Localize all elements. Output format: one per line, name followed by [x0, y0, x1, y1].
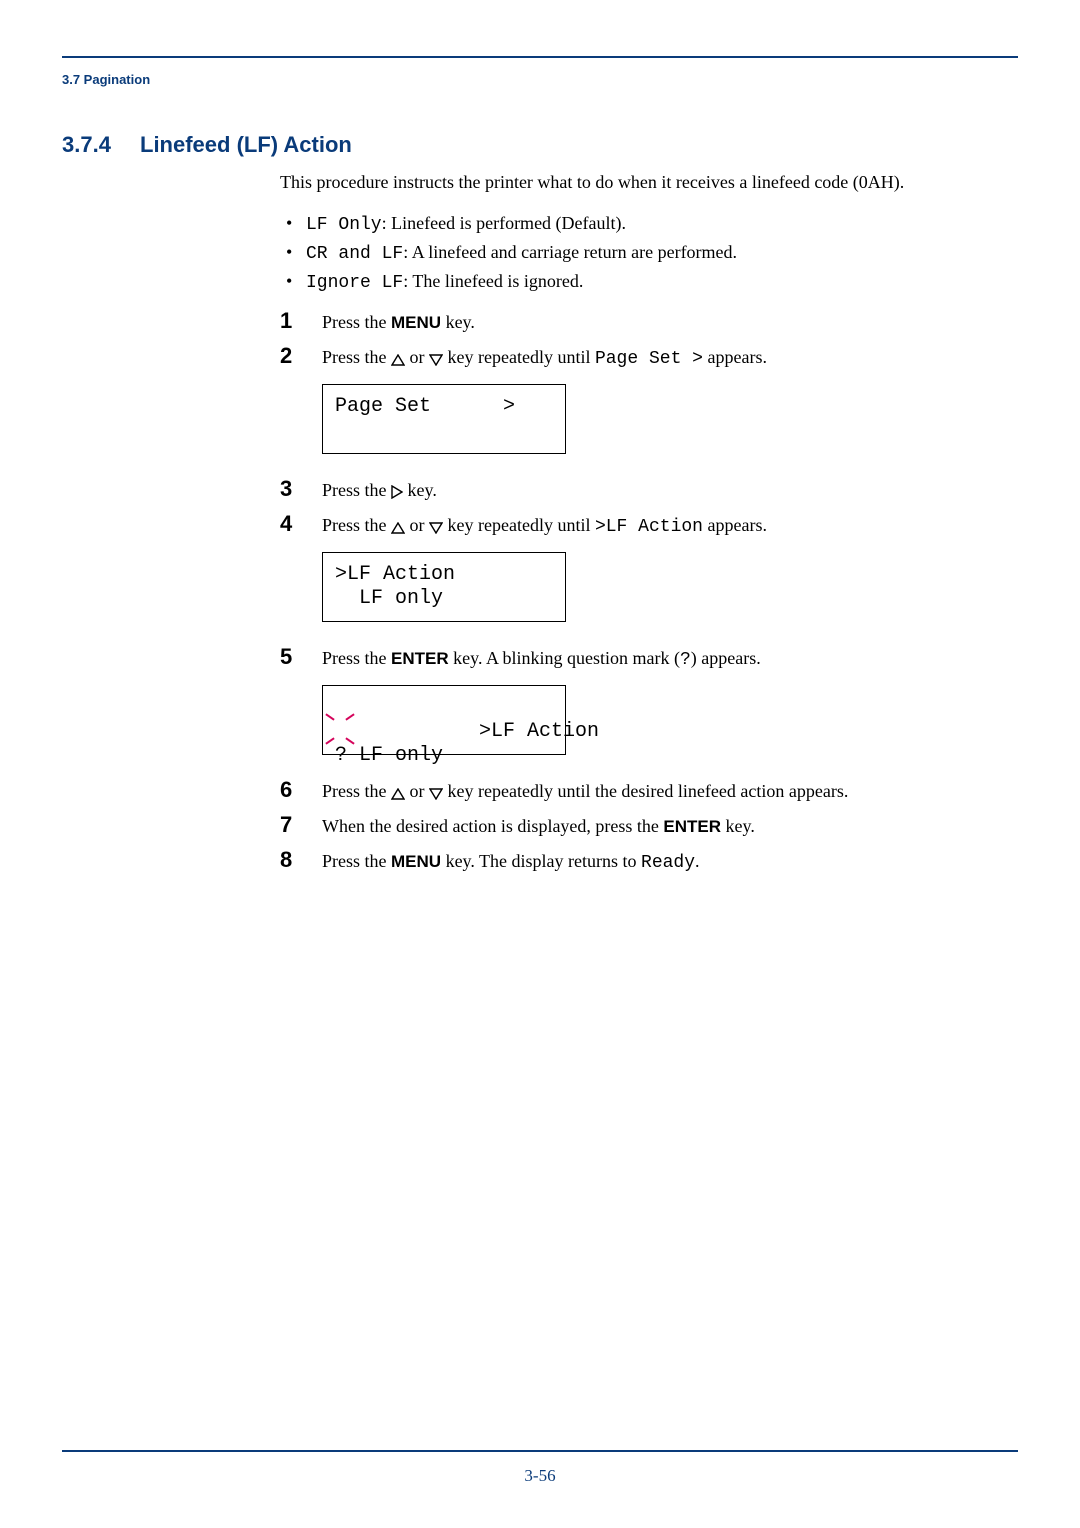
option-desc: : The linefeed is ignored.	[403, 271, 583, 291]
blink-highlight	[332, 717, 346, 739]
option-code: Ignore LF	[306, 273, 403, 293]
step-text: Press the or key repeatedly until Page S…	[322, 345, 1018, 468]
step-number: 3	[280, 476, 322, 501]
text: Press the	[322, 347, 391, 367]
text: key repeatedly until	[443, 515, 595, 535]
triangle-down-icon	[429, 514, 443, 539]
text: key.	[721, 816, 755, 836]
text: appears.	[703, 515, 767, 535]
option-desc: : Linefeed is performed (Default).	[382, 213, 626, 233]
option-list: LF Only: Linefeed is performed (Default)…	[280, 211, 1018, 296]
page-number: 3-56	[0, 1466, 1080, 1486]
list-item: Ignore LF: The linefeed is ignored.	[306, 269, 1018, 296]
text: ) appears.	[691, 648, 761, 668]
text: key. A blinking question mark (	[449, 648, 680, 668]
page: 3.7 Pagination 3.7.4 Linefeed (LF) Actio…	[0, 0, 1080, 1528]
text: appears.	[703, 347, 767, 367]
step-number: 1	[280, 308, 322, 333]
step-number: 8	[280, 847, 322, 872]
option-desc: : A linefeed and carriage return are per…	[403, 242, 737, 262]
step-text: Press the MENU key.	[322, 310, 1018, 335]
triangle-up-icon	[391, 346, 405, 371]
step-2: 2 Press the or key repeatedly until Page…	[280, 345, 1018, 468]
blink-ray-icon	[325, 737, 334, 744]
text: or	[405, 347, 429, 367]
text: key.	[403, 480, 437, 500]
text: or	[405, 515, 429, 535]
step-4: 4 Press the or key repeatedly until >LF …	[280, 513, 1018, 636]
code-text: ?	[680, 650, 691, 670]
steps: 1 Press the MENU key. 2 Press the or key…	[280, 310, 1018, 876]
step-1: 1 Press the MENU key.	[280, 310, 1018, 335]
triangle-up-icon	[391, 780, 405, 805]
display-text: >LF Action ? LF only	[335, 720, 599, 767]
intro-paragraph: This procedure instructs the printer wha…	[280, 170, 1018, 195]
display-box: Page Set >	[322, 384, 566, 454]
triangle-down-icon	[429, 780, 443, 805]
step-text: Press the key.	[322, 478, 1018, 503]
text: Press the	[322, 312, 391, 332]
triangle-down-icon	[429, 346, 443, 371]
text: key.	[441, 312, 475, 332]
option-code: CR and LF	[306, 244, 403, 264]
heading-number: 3.7.4	[62, 132, 111, 158]
display-box: >LF Action ? LF only	[322, 685, 566, 755]
key-name: ENTER	[391, 649, 449, 668]
code-text: Page Set >	[595, 349, 703, 369]
step-number: 7	[280, 812, 322, 837]
step-6: 6 Press the or key repeatedly until the …	[280, 779, 1018, 804]
step-number: 2	[280, 343, 322, 368]
text: Press the	[322, 480, 391, 500]
triangle-right-icon	[391, 479, 403, 504]
text: Press the	[322, 515, 391, 535]
step-number: 5	[280, 644, 322, 669]
key-name: MENU	[391, 313, 441, 332]
step-text: Press the ENTER key. A blinking question…	[322, 646, 1018, 769]
display-box: >LF Action LF only	[322, 552, 566, 622]
step-text: Press the or key repeatedly until >LF Ac…	[322, 513, 1018, 636]
key-name: ENTER	[663, 817, 721, 836]
list-item: CR and LF: A linefeed and carriage retur…	[306, 240, 1018, 267]
option-code: LF Only	[306, 215, 382, 235]
running-header: 3.7 Pagination	[62, 72, 150, 87]
text: key repeatedly until the desired linefee…	[443, 781, 848, 801]
text: Press the	[322, 648, 391, 668]
text: key repeatedly until	[443, 347, 595, 367]
footer-rule	[62, 1450, 1018, 1452]
code-text: >LF Action	[595, 517, 703, 537]
step-number: 4	[280, 511, 322, 536]
text: .	[695, 851, 700, 871]
step-number: 6	[280, 777, 322, 802]
heading-title: Linefeed (LF) Action	[140, 132, 352, 158]
list-item: LF Only: Linefeed is performed (Default)…	[306, 211, 1018, 238]
header-rule	[62, 56, 1018, 58]
step-3: 3 Press the key.	[280, 478, 1018, 503]
blink-ray-icon	[345, 713, 354, 720]
code-text: Ready	[641, 853, 695, 873]
body-column: This procedure instructs the printer wha…	[280, 170, 1018, 876]
triangle-up-icon	[391, 514, 405, 539]
step-5: 5 Press the ENTER key. A blinking questi…	[280, 646, 1018, 769]
